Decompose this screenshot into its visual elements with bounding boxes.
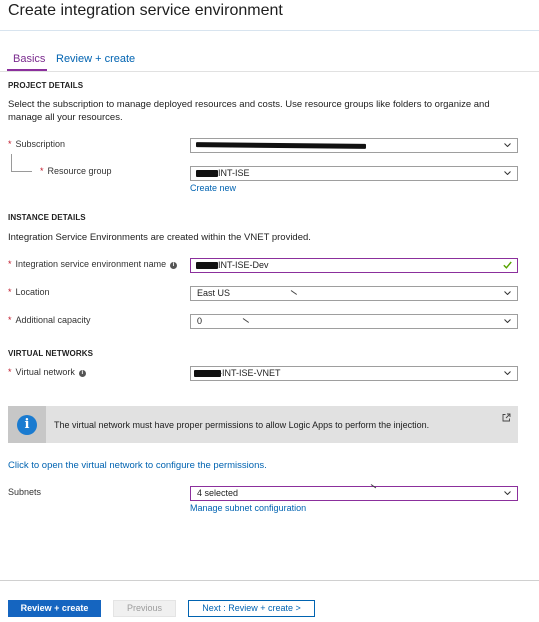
required-asterisk: * <box>8 139 12 149</box>
tab-basics[interactable]: Basics <box>13 53 45 65</box>
hierarchy-connector <box>11 154 32 172</box>
info-icon[interactable]: i <box>78 370 86 377</box>
permissions-info-banner: i The virtual network must have proper p… <box>8 406 518 443</box>
previous-button[interactable]: Previous <box>113 600 176 617</box>
instance-details-heading: INSTANCE DETAILS <box>8 213 86 222</box>
manage-subnet-link[interactable]: Manage subnet configuration <box>190 503 306 513</box>
tab-divider <box>0 71 539 72</box>
subnets-select[interactable]: 4 selected <box>190 484 518 501</box>
resource-group-label: * Resource group <box>40 166 112 176</box>
resource-group-value: -INT-ISE <box>215 168 250 178</box>
subscription-label: * Subscription <box>8 139 65 149</box>
required-asterisk: * <box>8 367 12 377</box>
external-link-icon[interactable] <box>502 413 511 422</box>
virtual-networks-heading: VIRTUAL NETWORKS <box>8 349 94 358</box>
instance-details-description: Integration Service Environments are cre… <box>8 232 311 243</box>
subscription-select[interactable] <box>190 138 518 153</box>
chevron-down-icon <box>504 371 511 375</box>
configure-permissions-link[interactable]: Click to open the virtual network to con… <box>8 460 267 471</box>
stray-mark <box>242 318 250 323</box>
chevron-down-icon <box>504 143 511 147</box>
stray-mark <box>290 290 298 295</box>
additional-capacity-select[interactable]: 0 <box>190 314 518 329</box>
ise-name-label-text: Integration service environment name <box>15 259 167 269</box>
location-select[interactable]: East US <box>190 286 518 301</box>
subscription-label-text: Subscription <box>15 139 66 149</box>
resource-group-select[interactable]: -INT-ISE <box>190 166 518 181</box>
required-asterisk: * <box>8 259 12 269</box>
virtual-network-label-text: Virtual network <box>15 367 75 377</box>
create-new-link[interactable]: Create new <box>190 183 236 193</box>
chevron-down-icon <box>504 319 511 323</box>
chevron-down-icon <box>504 291 511 295</box>
review-create-button[interactable]: Review + create <box>8 600 101 617</box>
resource-group-label-text: Resource group <box>47 166 112 176</box>
virtual-network-label: * Virtual network i <box>8 367 86 377</box>
ise-name-label: * Integration service environment name i <box>8 259 178 269</box>
footer-divider <box>0 580 539 581</box>
chevron-down-icon <box>504 491 511 495</box>
title-divider <box>0 30 539 31</box>
stray-mark <box>370 484 377 489</box>
checkmark-icon <box>503 261 512 269</box>
required-asterisk: * <box>40 166 44 176</box>
banner-icon-area: i <box>8 406 46 443</box>
location-label: * Location <box>8 287 50 297</box>
subnets-value: 4 selected <box>197 488 239 498</box>
chevron-down-icon <box>504 171 511 175</box>
tab-review-create[interactable]: Review + create <box>56 53 135 65</box>
page-title: Create integration service environment <box>8 2 283 19</box>
next-review-create-button[interactable]: Next : Review + create > <box>188 600 315 617</box>
subnets-label: Subnets <box>8 487 42 497</box>
ise-name-input[interactable]: -INT-ISE-Dev <box>190 258 518 273</box>
virtual-network-select[interactable]: -INT-ISE-VNET <box>190 366 518 381</box>
virtual-network-value: -INT-ISE-VNET <box>219 368 281 378</box>
banner-message: The virtual network must have proper per… <box>54 420 430 430</box>
location-value: East US <box>197 288 231 298</box>
required-asterisk: * <box>8 287 12 297</box>
project-details-heading: PROJECT DETAILS <box>8 81 84 90</box>
ise-name-value: -INT-ISE-Dev <box>215 260 269 270</box>
project-details-description: Select the subscription to manage deploy… <box>8 99 490 123</box>
additional-capacity-label: * Additional capacity <box>8 315 91 325</box>
redaction-mark <box>194 370 221 377</box>
info-icon[interactable]: i <box>170 262 178 269</box>
additional-capacity-label-text: Additional capacity <box>15 315 91 325</box>
redaction-mark <box>195 142 367 149</box>
required-asterisk: * <box>8 315 12 325</box>
additional-capacity-value: 0 <box>197 316 203 326</box>
location-label-text: Location <box>15 287 50 297</box>
info-icon: i <box>17 415 37 435</box>
